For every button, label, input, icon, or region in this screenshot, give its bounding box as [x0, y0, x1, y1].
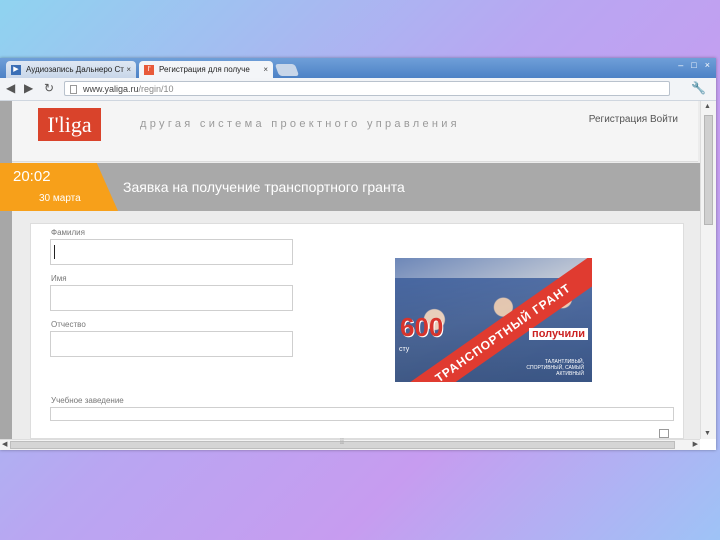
maximize-button[interactable]: □: [691, 60, 696, 70]
scroll-up-icon[interactable]: ▲: [704, 103, 711, 110]
application-form: Фамилия Имя Отчество Учебное заведение 6…: [30, 223, 684, 439]
patronymic-input[interactable]: [50, 331, 293, 357]
clock-date: 30 марта: [39, 193, 81, 204]
scroll-right-icon[interactable]: ▶: [693, 440, 698, 448]
register-link[interactable]: Регистрация: [589, 114, 647, 125]
tab-title: Аудиозапись Дальнеро Ст: [26, 65, 124, 74]
page-title: Заявка на получение транспортного гранта: [123, 179, 405, 195]
title-bar: ▶ Аудиозапись Дальнеро Ст × I' Регистрац…: [0, 58, 716, 78]
surname-label: Фамилия: [51, 228, 85, 237]
tab-close-icon[interactable]: ×: [126, 61, 131, 78]
tab-audio[interactable]: ▶ Аудиозапись Дальнеро Ст ×: [6, 61, 136, 78]
close-window-button[interactable]: ×: [705, 60, 710, 70]
tab-registration[interactable]: I' Регистрация для получе ×: [139, 61, 273, 78]
promo-fine-print: ТАЛАНТЛИВЫЙ, СПОРТИВНЫЙ, САМЫЙ АКТИВНЫЙ: [526, 359, 584, 377]
browser-window: ▶ Аудиозапись Дальнеро Ст × I' Регистрац…: [0, 58, 716, 450]
promo-number: 600: [400, 312, 444, 342]
textarea-resize-handle[interactable]: [659, 429, 669, 438]
site-logo[interactable]: I'liga: [38, 108, 101, 141]
name-input[interactable]: [50, 285, 293, 311]
tab-favicon-icon: I': [144, 65, 154, 75]
tab-title: Регистрация для получе: [159, 65, 250, 74]
web-page: I'liga другая система проектного управле…: [0, 101, 700, 439]
address-bar[interactable]: www.yaliga.ru/regin/10: [64, 81, 670, 96]
window-controls: – □ ×: [678, 60, 710, 70]
reload-button[interactable]: ↻: [44, 81, 54, 95]
scroll-down-icon[interactable]: ▼: [704, 430, 711, 437]
scroll-grip-icon: ⁞⁞: [340, 439, 344, 446]
forward-button[interactable]: ▶: [24, 81, 33, 95]
promo-received: получили: [529, 328, 588, 340]
login-link[interactable]: Войти: [650, 114, 678, 125]
url-path: /regin/10: [138, 84, 174, 94]
promo-stub: сту: [399, 346, 410, 353]
institution-input[interactable]: [50, 407, 674, 421]
back-button[interactable]: ◀: [6, 81, 15, 95]
tab-close-icon[interactable]: ×: [263, 61, 268, 78]
clock-time: 20:02: [13, 168, 51, 185]
institution-label: Учебное заведение: [51, 396, 124, 405]
surname-input[interactable]: [50, 239, 293, 265]
site-tagline: другая система проектного управления: [140, 118, 460, 130]
vertical-scrollbar[interactable]: ▲ ▼: [700, 101, 716, 439]
auth-links: Регистрация Войти: [589, 114, 678, 125]
name-label: Имя: [51, 274, 67, 283]
patronymic-label: Отчество: [51, 320, 86, 329]
minimize-button[interactable]: –: [678, 60, 683, 70]
tab-favicon-icon: ▶: [11, 65, 21, 75]
new-tab-button[interactable]: [274, 64, 300, 76]
scroll-thumb[interactable]: [704, 115, 713, 225]
page-icon: [70, 85, 77, 94]
horizontal-scrollbar[interactable]: ◀ ⁞⁞ ▶: [0, 439, 700, 450]
browser-toolbar: ◀ ▶ ↻ www.yaliga.ru/regin/10 🔧: [0, 78, 716, 101]
url-domain: www.yaliga.ru: [83, 84, 139, 94]
transport-grant-promo-image: 600 сту ТРАНСПОРТНЫЙ ГРАНТ получили ТАЛА…: [395, 258, 592, 382]
site-header: I'liga другая система проектного управле…: [12, 101, 698, 162]
wrench-icon[interactable]: 🔧: [691, 81, 706, 95]
scroll-left-icon[interactable]: ◀: [2, 440, 7, 448]
